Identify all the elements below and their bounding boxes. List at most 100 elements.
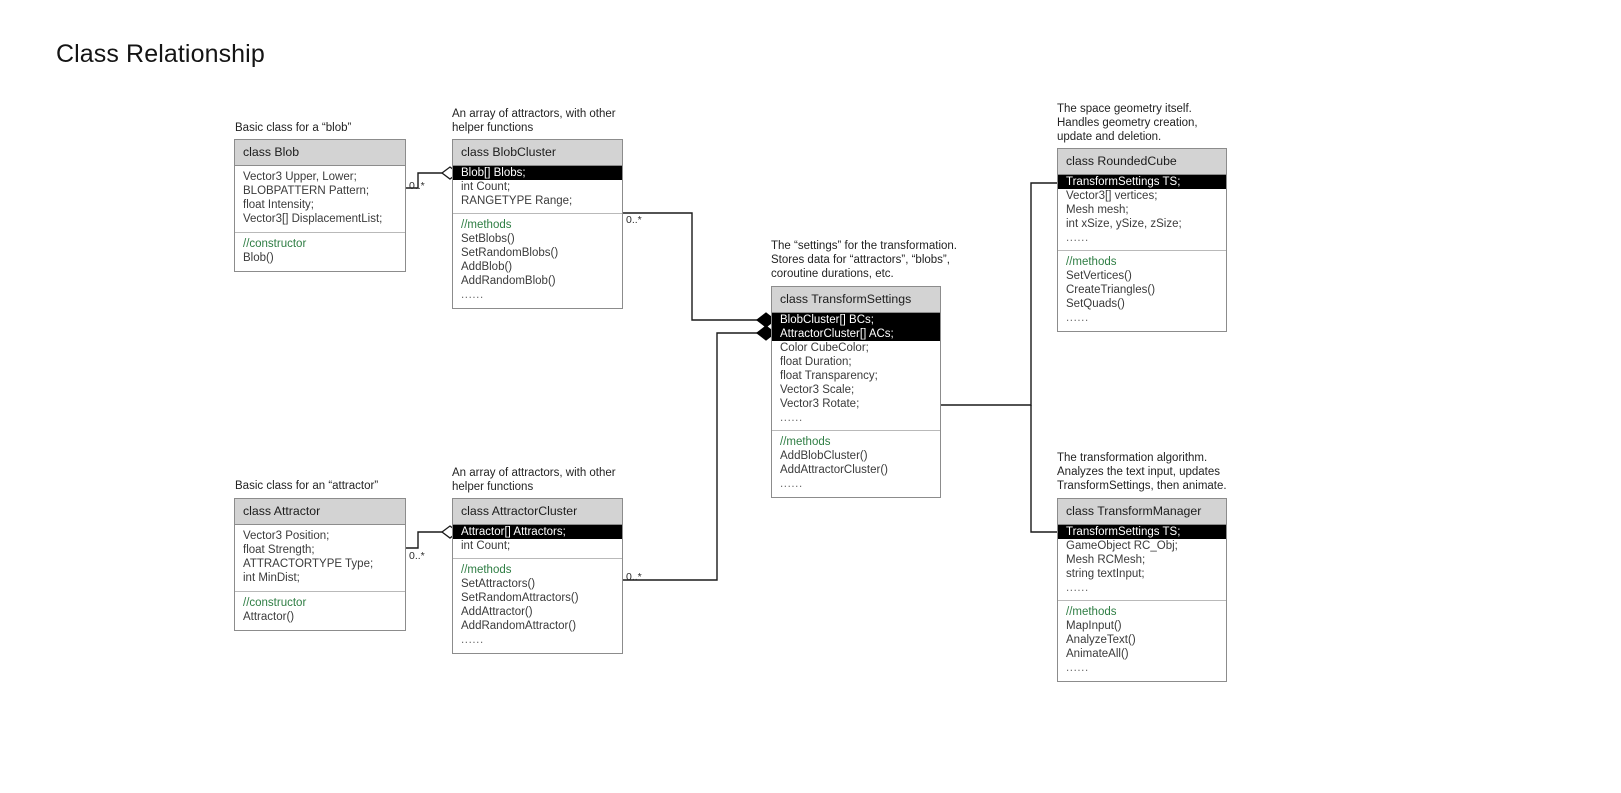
attribute-row-highlighted: AttractorCluster[] ACs; bbox=[772, 327, 940, 341]
attributes-compartment-blob: Vector3 Upper, Lower; BLOBPATTERN Patter… bbox=[235, 166, 405, 233]
class-box-blob[interactable]: class Blob Vector3 Upper, Lower; BLOBPAT… bbox=[234, 139, 406, 272]
class-box-transformsettings[interactable]: class TransformSettings BlobCluster[] BC… bbox=[771, 286, 941, 498]
method-row: SetVertices() bbox=[1066, 270, 1132, 282]
method-row: AnalyzeText() bbox=[1066, 634, 1136, 646]
method-row: AddRandomAttractor() bbox=[461, 620, 577, 632]
section-comment: //methods bbox=[1066, 256, 1117, 268]
class-box-roundedcube[interactable]: class RoundedCube TransformSettings TS; … bbox=[1057, 148, 1227, 332]
attributes-compartment-transformsettings: BlobCluster[] BCs; AttractorCluster[] AC… bbox=[772, 313, 940, 431]
class-title-transformsettings: class TransformSettings bbox=[772, 287, 940, 313]
method-row: AddBlobCluster() bbox=[780, 450, 868, 462]
class-title-roundedcube: class RoundedCube bbox=[1058, 149, 1226, 175]
note-transformmanager: The transformation algorithm. Analyzes t… bbox=[1057, 452, 1227, 493]
attributes-compartment-attractor: Vector3 Position; float Strength; ATTRAC… bbox=[235, 525, 405, 592]
attribute-row: BLOBPATTERN Pattern; bbox=[243, 185, 370, 197]
section-comment: //methods bbox=[461, 564, 512, 576]
attribute-row-ellipsis: ...... bbox=[1066, 232, 1089, 244]
method-row-ellipsis: ...... bbox=[461, 634, 484, 646]
method-row: AnimateAll() bbox=[1066, 648, 1129, 660]
class-box-attractor[interactable]: class Attractor Vector3 Position; float … bbox=[234, 498, 406, 631]
multiplicity-blobcluster-transformsettings: 0..* bbox=[626, 214, 642, 226]
note-attractor: Basic class for an “attractor” bbox=[235, 480, 379, 492]
note-blobcluster: An array of attractors, with other helpe… bbox=[452, 108, 616, 135]
attribute-row: float Strength; bbox=[243, 544, 315, 556]
method-row: CreateTriangles() bbox=[1066, 284, 1156, 296]
method-row: SetQuads() bbox=[1066, 298, 1125, 310]
attribute-row-highlighted: BlobCluster[] BCs; bbox=[772, 313, 940, 327]
attribute-row-ellipsis: ...... bbox=[1066, 582, 1089, 594]
method-row: AddAttractorCluster() bbox=[780, 464, 889, 476]
class-title-transformmanager: class TransformManager bbox=[1058, 499, 1226, 525]
attribute-row: ATTRACTORTYPE Type; bbox=[243, 558, 374, 570]
method-row: MapInput() bbox=[1066, 620, 1122, 632]
attribute-row: Color CubeColor; bbox=[780, 342, 869, 354]
attribute-row: int MinDist; bbox=[243, 572, 300, 584]
edge-attractor-to-attractorcluster bbox=[406, 531, 442, 549]
method-row: AddRandomBlob() bbox=[461, 275, 556, 287]
section-comment: //methods bbox=[461, 219, 512, 231]
attribute-row: int Count; bbox=[461, 181, 511, 193]
method-row-ellipsis: ...... bbox=[1066, 662, 1089, 674]
method-row: SetAttractors() bbox=[461, 578, 536, 590]
method-row: SetRandomAttractors() bbox=[461, 592, 579, 604]
class-title-blobcluster: class BlobCluster bbox=[453, 140, 622, 166]
edge-transformsettings-to-transformmanager bbox=[1030, 405, 1057, 533]
attribute-row-ellipsis: ...... bbox=[780, 412, 803, 424]
attribute-row: Vector3 Rotate; bbox=[780, 398, 860, 410]
attributes-compartment-blobcluster: Blob[] Blobs; int Count; RANGETYPE Range… bbox=[453, 166, 622, 214]
method-row: AddAttractor() bbox=[461, 606, 533, 618]
note-transformsettings: The “settings” for the transformation. S… bbox=[771, 240, 957, 281]
attributes-compartment-transformmanager: TransformSettings TS; GameObject RC_Obj;… bbox=[1058, 525, 1226, 601]
attribute-row: RANGETYPE Range; bbox=[461, 195, 573, 207]
edge-transformsettings-to-roundedcube bbox=[941, 182, 1057, 406]
note-blob: Basic class for a “blob” bbox=[235, 122, 352, 134]
attribute-row-highlighted: TransformSettings TS; bbox=[1058, 175, 1226, 189]
note-roundedcube: The space geometry itself. Handles geome… bbox=[1057, 103, 1198, 144]
attribute-row: float Intensity; bbox=[243, 199, 314, 211]
method-row-ellipsis: ...... bbox=[1066, 312, 1089, 324]
section-comment: //methods bbox=[780, 436, 831, 448]
attribute-row-highlighted: Blob[] Blobs; bbox=[453, 166, 622, 180]
method-row: SetBlobs() bbox=[461, 233, 515, 245]
diagram-canvas: Class Relationship Basic class for a “bl… bbox=[0, 0, 1621, 793]
attribute-row: Vector3 Position; bbox=[243, 530, 330, 542]
methods-compartment-transformsettings: //methods AddBlobCluster() AddAttractorC… bbox=[772, 431, 940, 497]
attribute-row: Vector3 Upper, Lower; bbox=[243, 171, 357, 183]
methods-compartment-blobcluster: //methods SetBlobs() SetRandomBlobs() Ad… bbox=[453, 214, 622, 308]
attribute-row-highlighted: TransformSettings TS; bbox=[1058, 525, 1226, 539]
attribute-row: int Count; bbox=[461, 540, 511, 552]
attribute-row: Vector3[] vertices; bbox=[1066, 190, 1158, 202]
attribute-row: Vector3[] DisplacementList; bbox=[243, 213, 383, 225]
section-comment: //methods bbox=[1066, 606, 1117, 618]
methods-compartment-attractor: //constructor Attractor() bbox=[235, 592, 405, 630]
method-row: SetRandomBlobs() bbox=[461, 247, 559, 259]
attributes-compartment-attractorcluster: Attractor[] Attractors; int Count; bbox=[453, 525, 622, 559]
section-comment: //constructor bbox=[243, 597, 307, 609]
methods-compartment-roundedcube: //methods SetVertices() CreateTriangles(… bbox=[1058, 251, 1226, 331]
edge-attractorcluster-to-transformsettings bbox=[623, 332, 757, 581]
class-box-attractorcluster[interactable]: class AttractorCluster Attractor[] Attra… bbox=[452, 498, 623, 654]
attributes-compartment-roundedcube: TransformSettings TS; Vector3[] vertices… bbox=[1058, 175, 1226, 251]
attribute-row: Vector3 Scale; bbox=[780, 384, 855, 396]
edge-blobcluster-to-transformsettings bbox=[623, 212, 757, 321]
multiplicity-attractorcluster-transformsettings: 0..* bbox=[626, 571, 642, 583]
methods-compartment-transformmanager: //methods MapInput() AnalyzeText() Anima… bbox=[1058, 601, 1226, 681]
method-row-ellipsis: ...... bbox=[461, 289, 484, 301]
attribute-row: Mesh mesh; bbox=[1066, 204, 1129, 216]
attribute-row: int xSize, ySize, zSize; bbox=[1066, 218, 1182, 230]
section-comment: //constructor bbox=[243, 238, 307, 250]
attribute-row: GameObject RC_Obj; bbox=[1066, 540, 1178, 552]
page-title: Class Relationship bbox=[56, 40, 265, 68]
attribute-row-highlighted: Attractor[] Attractors; bbox=[453, 525, 622, 539]
class-title-blob: class Blob bbox=[235, 140, 405, 166]
method-row: Blob() bbox=[243, 252, 274, 264]
multiplicity-blob-blobcluster: 0..* bbox=[409, 180, 425, 192]
class-box-transformmanager[interactable]: class TransformManager TransformSettings… bbox=[1057, 498, 1227, 682]
class-box-blobcluster[interactable]: class BlobCluster Blob[] Blobs; int Coun… bbox=[452, 139, 623, 309]
attribute-row: string textInput; bbox=[1066, 568, 1145, 580]
method-row-ellipsis: ...... bbox=[780, 478, 803, 490]
multiplicity-attractor-attractorcluster: 0..* bbox=[409, 550, 425, 562]
class-title-attractorcluster: class AttractorCluster bbox=[453, 499, 622, 525]
attribute-row: float Transparency; bbox=[780, 370, 878, 382]
attribute-row: float Duration; bbox=[780, 356, 852, 368]
